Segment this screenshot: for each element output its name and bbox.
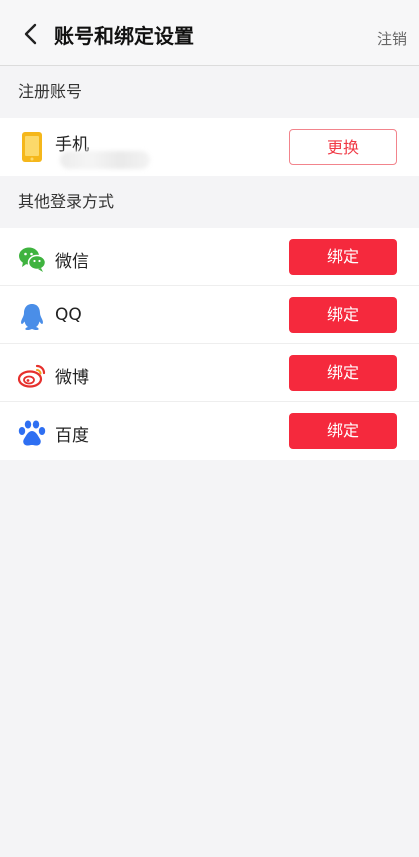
qq-icon (17, 302, 47, 332)
bind-baidu-button[interactable]: 绑定 (289, 413, 397, 449)
app-header: 账号和绑定设置 注销 (0, 0, 419, 66)
masked-phone-number (60, 151, 150, 169)
login-label-baidu: 百度 (55, 426, 89, 446)
phone-row: 手机 更换 (0, 118, 419, 176)
login-label-wechat: 微信 (55, 252, 89, 272)
back-icon[interactable] (20, 23, 42, 45)
login-row-weibo: 微博 绑定 (0, 344, 419, 402)
bind-wechat-button[interactable]: 绑定 (289, 239, 397, 275)
wechat-icon (17, 244, 47, 274)
section-title-other-login: 其他登录方式 (18, 192, 115, 211)
other-login-group: 微信 绑定 QQ 绑定 微博 绑定 百度 绑定 (0, 228, 419, 460)
weibo-icon (17, 360, 47, 390)
login-row-qq: QQ 绑定 (0, 286, 419, 344)
bind-qq-button[interactable]: 绑定 (289, 297, 397, 333)
page-title: 账号和绑定设置 (54, 24, 194, 48)
section-title-registered: 注册账号 (18, 82, 83, 101)
phone-icon (20, 131, 50, 162)
login-row-wechat: 微信 绑定 (0, 228, 419, 286)
registered-account-group: 手机 更换 (0, 118, 419, 176)
change-phone-button[interactable]: 更换 (289, 129, 397, 165)
login-label-weibo: 微博 (55, 368, 89, 388)
login-label-qq: QQ (55, 305, 82, 325)
login-row-baidu: 百度 绑定 (0, 402, 419, 460)
baidu-icon (17, 418, 47, 448)
bind-weibo-button[interactable]: 绑定 (289, 355, 397, 391)
logout-button[interactable]: 注销 (377, 28, 407, 49)
